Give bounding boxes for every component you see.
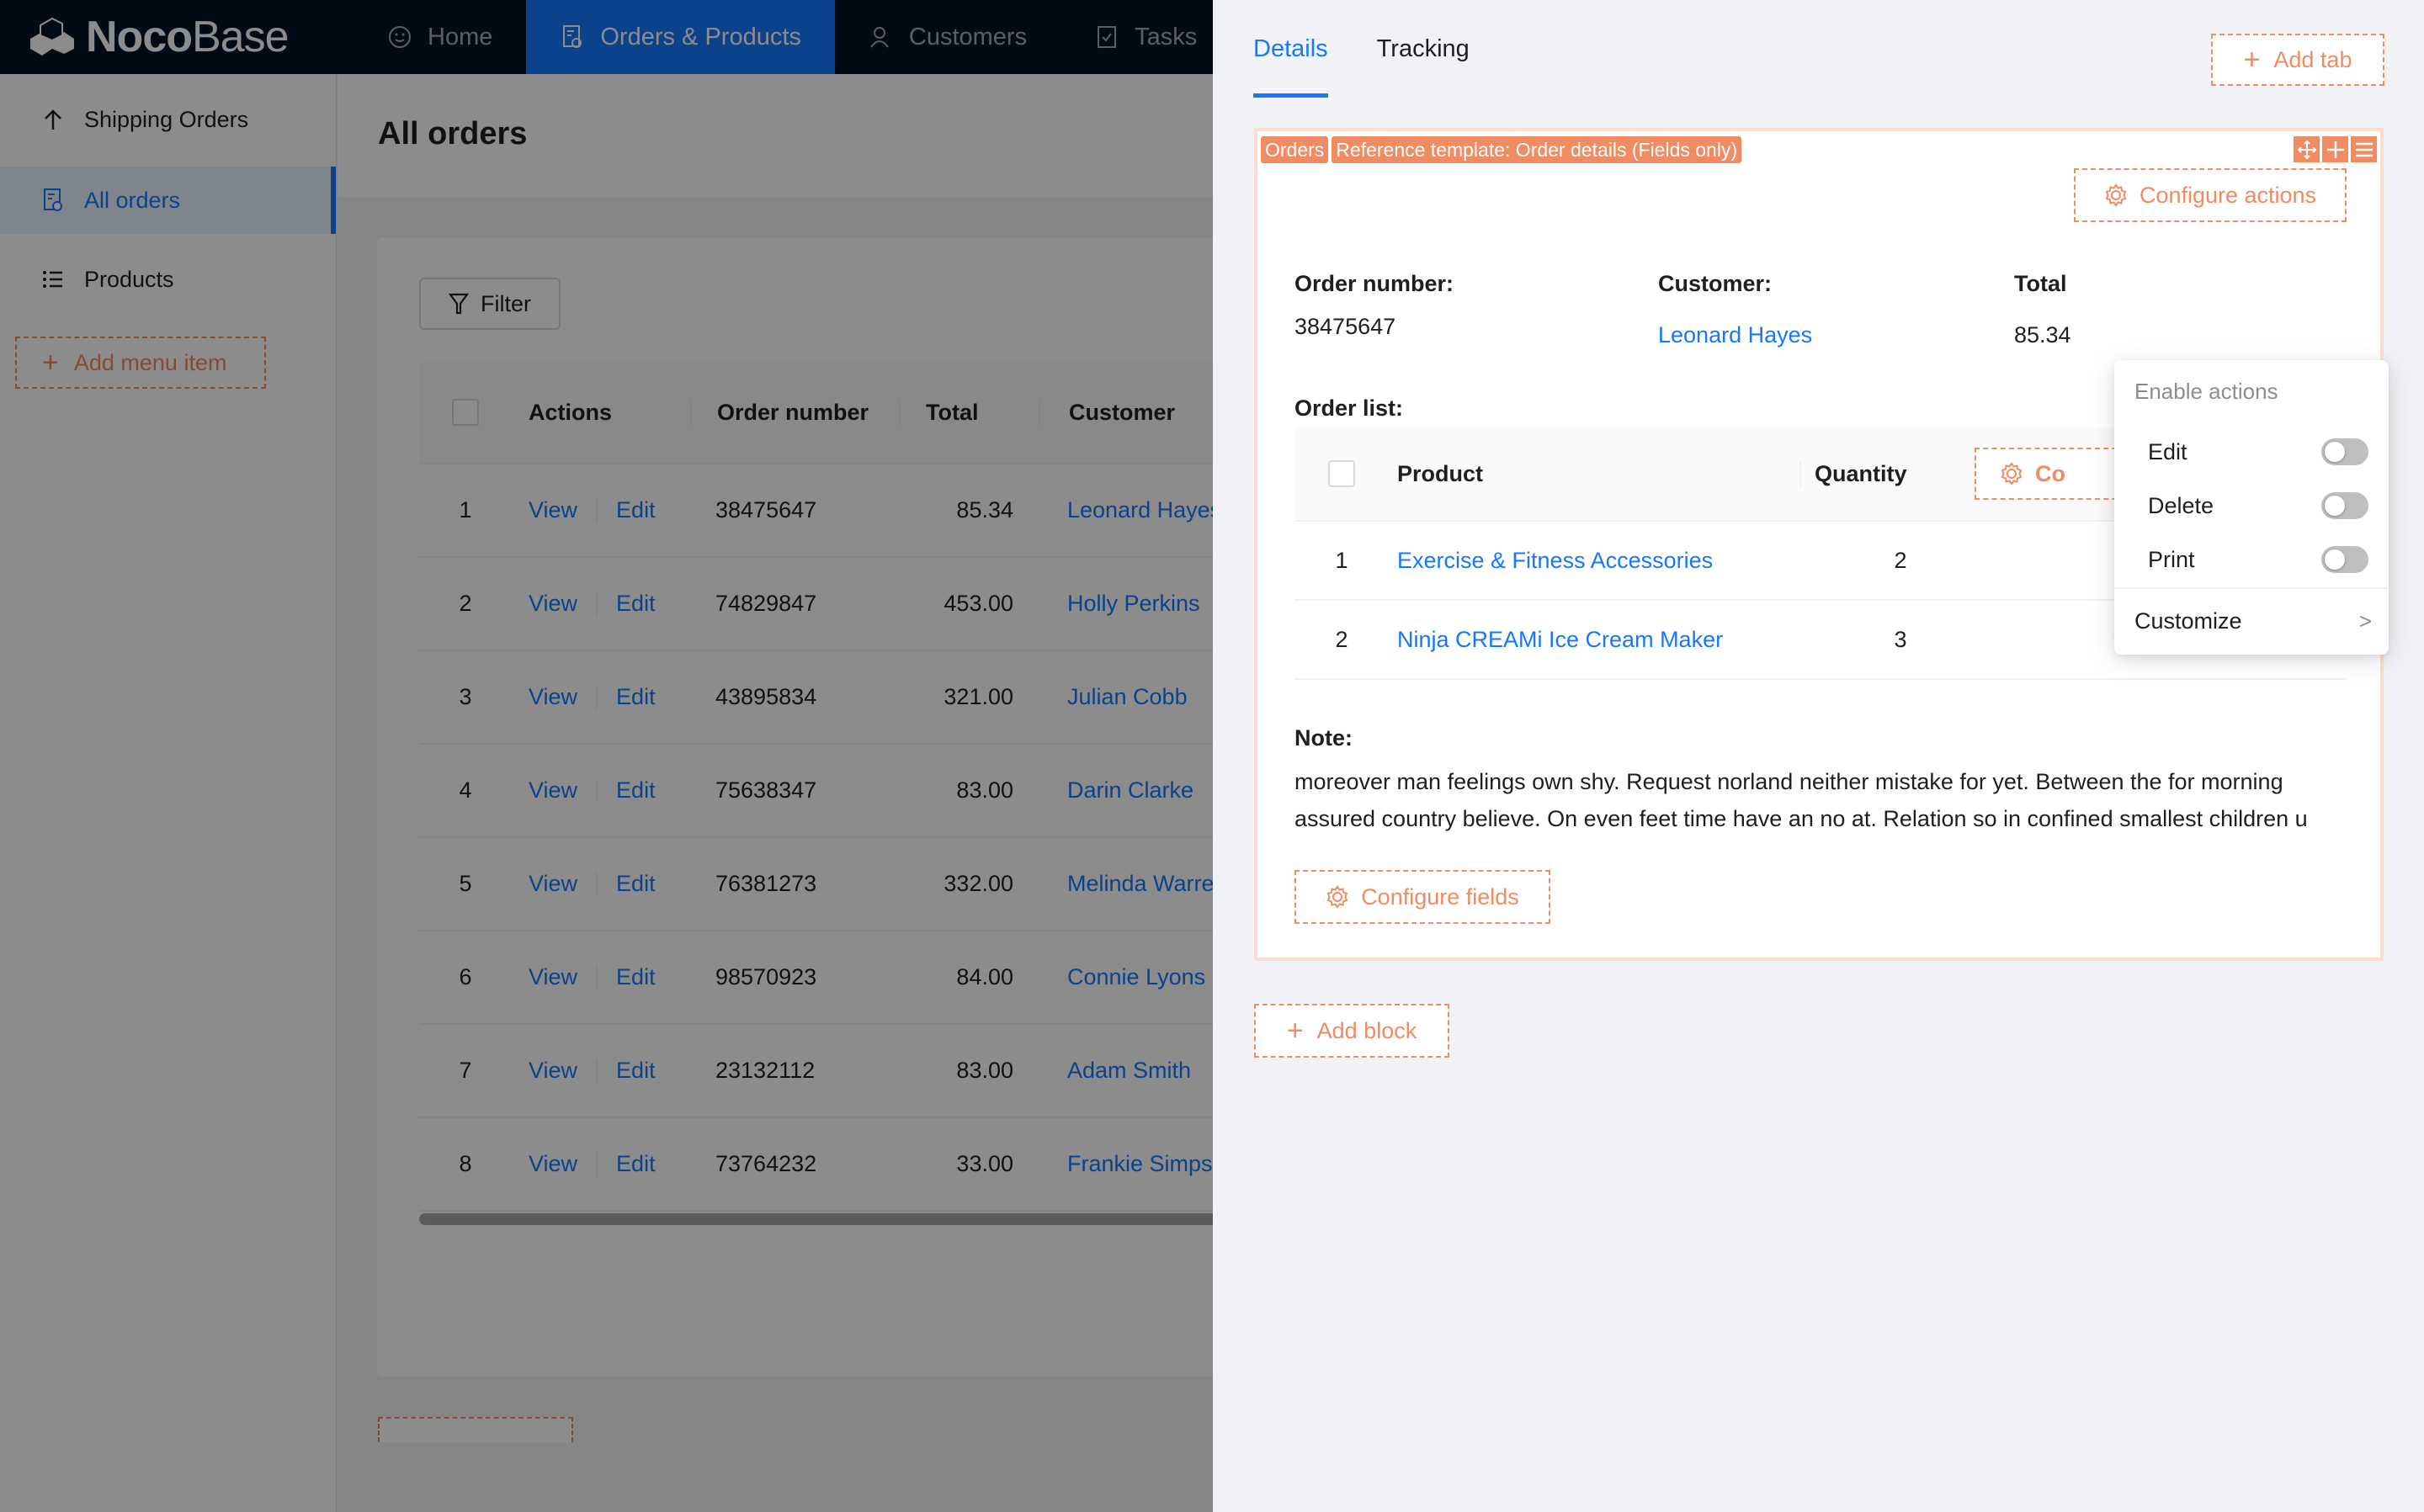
gear-icon	[2104, 183, 2128, 207]
field-value: 38475647	[1294, 314, 1396, 339]
gear-icon	[2000, 462, 2023, 485]
gear-icon	[1326, 885, 1349, 909]
popover-group-label: Enable actions	[2134, 379, 2278, 404]
field-order-number: Order number: 38475647	[1294, 271, 1454, 340]
quantity-cell: 3	[1894, 626, 1907, 652]
details-block: Orders Reference template: Order details…	[1254, 128, 2389, 961]
product-link[interactable]: Ninja CREAMi Ice Cream Maker	[1389, 627, 1799, 653]
configure-actions-label: Configure actions	[2139, 182, 2317, 208]
row-index[interactable]: 1	[1294, 548, 1389, 574]
chevron-right-icon: >	[2358, 607, 2372, 634]
plus-icon: +	[1286, 1014, 1304, 1047]
column-header-quantity: Quantity	[1799, 460, 1959, 487]
popover-item-print[interactable]: Print	[2148, 538, 2368, 581]
add-block-label: Add block	[1316, 1017, 1417, 1043]
popover-item-label: Print	[2148, 546, 2195, 572]
field-customer: Customer: Leonard Hayes	[1658, 271, 1812, 348]
customer-link[interactable]: Leonard Hayes	[1658, 322, 1812, 348]
field-value: 85.34	[2014, 322, 2071, 347]
plus-icon: +	[2243, 43, 2261, 76]
configure-fields-button[interactable]: Configure fields	[1294, 870, 1550, 924]
collection-tag: Orders	[1261, 136, 1329, 163]
note-text-line: moreover man feelings own shy. Request n…	[1294, 769, 2283, 794]
field-label: Total	[2014, 271, 2067, 296]
configure-actions-button[interactable]: Configure actions	[2074, 168, 2347, 222]
popover-item-label: Customize	[2134, 607, 2242, 634]
add-icon[interactable]	[2322, 136, 2348, 162]
drag-handle-icon[interactable]	[2294, 136, 2320, 162]
column-header-product: Product	[1397, 460, 1484, 486]
add-block-button[interactable]: + Add block	[1254, 1004, 1449, 1058]
tab-details[interactable]: Details	[1253, 0, 1328, 98]
order-list-label: Order list:	[1294, 395, 1403, 422]
template-tag: Reference template: Order details (Field…	[1332, 136, 1742, 163]
quantity-cell: 2	[1894, 547, 1907, 573]
field-note: Note: moreover man feelings own shy. Req…	[1294, 725, 2355, 837]
popover-item-edit[interactable]: Edit	[2148, 431, 2368, 473]
field-label: Note:	[1294, 725, 1353, 751]
select-all-checkbox[interactable]	[1328, 460, 1355, 487]
delete-toggle-switch[interactable]	[2321, 492, 2368, 519]
field-total: Total 85.34	[2014, 271, 2071, 348]
menu-icon[interactable]	[2351, 136, 2377, 162]
field-label: Order number:	[1294, 271, 1454, 296]
configure-columns-label: Co	[2035, 460, 2065, 486]
edit-toggle-switch[interactable]	[2321, 438, 2368, 465]
popover-item-label: Delete	[2148, 492, 2214, 518]
popover-divider	[2114, 587, 2389, 589]
add-tab-button[interactable]: + Add tab	[2211, 34, 2384, 86]
popover-item-delete[interactable]: Delete	[2148, 485, 2368, 527]
order-details-drawer: Details Tracking + Add tab Orders Refere…	[1213, 0, 2424, 1512]
popover-item-label: Edit	[2148, 438, 2187, 464]
drawer-tabs: Details Tracking	[1253, 0, 1518, 98]
add-tab-label: Add tab	[2273, 46, 2352, 72]
tab-tracking[interactable]: Tracking	[1377, 0, 1470, 98]
field-label: Order list:	[1294, 395, 1404, 421]
note-text-line: assured country believe. On even feet ti…	[1294, 806, 2308, 831]
field-label: Customer:	[1658, 271, 1773, 296]
configure-actions-popover: Enable actions Edit Delete Print Customi…	[2114, 360, 2389, 655]
block-tags: Orders Reference template: Order details…	[1261, 136, 1745, 163]
row-index[interactable]: 2	[1294, 627, 1389, 653]
popover-item-customize[interactable]: Customize >	[2134, 596, 2372, 646]
print-toggle-switch[interactable]	[2321, 546, 2368, 573]
block-toolbar	[2291, 136, 2377, 162]
product-link[interactable]: Exercise & Fitness Accessories	[1389, 548, 1799, 574]
configure-fields-label: Configure fields	[1361, 883, 1519, 910]
